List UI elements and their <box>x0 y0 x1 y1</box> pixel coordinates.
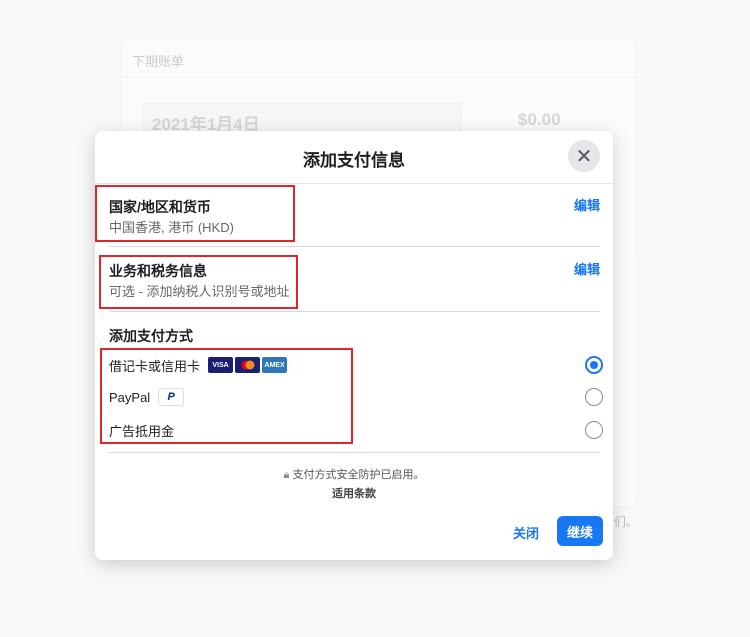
payment-method-title: 添加支付方式 <box>109 328 193 344</box>
card-radio[interactable] <box>585 356 603 374</box>
option-label: PayPal <box>109 389 151 405</box>
terms-link[interactable]: 适用条款 <box>95 485 613 501</box>
country-currency-value: 中国香港, 港币 (HKD) <box>109 220 234 235</box>
edit-tax-link[interactable]: 编辑 <box>574 259 600 278</box>
dialog-title: 添加支付信息 <box>303 151 405 170</box>
tax-info-value: 可选 - 添加纳税人识别号或地址 <box>109 284 290 299</box>
lock-icon: 🔒︎ <box>283 469 290 481</box>
visa-icon: VISA <box>208 357 234 373</box>
divider <box>122 77 635 78</box>
divider <box>109 246 600 247</box>
payment-option-ad-credit[interactable]: 广告抵用金 <box>109 419 603 441</box>
tax-info-title: 业务和税务信息 <box>109 263 207 279</box>
mastercard-icon <box>235 357 261 373</box>
edit-country-link[interactable]: 编辑 <box>574 195 600 214</box>
divider <box>95 183 613 184</box>
divider <box>109 311 600 312</box>
next-bill-title: 下期账单 <box>132 54 185 69</box>
divider <box>109 452 600 453</box>
amex-icon: AMEX <box>262 357 288 373</box>
ad-credit-radio[interactable] <box>585 421 603 439</box>
option-label: 借记卡或信用卡 <box>109 358 201 374</box>
add-payment-dialog: 添加支付信息 ✕ 国家/地区和货币 中国香港, 港币 (HKD) 编辑 业务和税… <box>95 131 613 560</box>
option-label: 广告抵用金 <box>109 423 175 439</box>
continue-button[interactable]: 继续 <box>557 516 603 546</box>
payment-option-paypal[interactable]: PayPal P <box>109 386 603 408</box>
close-button[interactable]: 关闭 <box>513 523 539 542</box>
security-note: 🔒︎ 支付方式安全防护已启用。 <box>95 466 613 482</box>
paypal-radio[interactable] <box>585 388 603 406</box>
paypal-icon: P <box>158 388 185 406</box>
payment-option-card[interactable]: 借记卡或信用卡 VISA AMEX <box>109 354 603 376</box>
security-note-text: 支付方式安全防护已启用。 <box>292 469 425 481</box>
country-currency-title: 国家/地区和货币 <box>109 199 211 215</box>
bill-amount: $0.00 <box>518 110 561 129</box>
background-text: 们。 <box>614 515 639 529</box>
close-icon[interactable]: ✕ <box>568 140 600 172</box>
